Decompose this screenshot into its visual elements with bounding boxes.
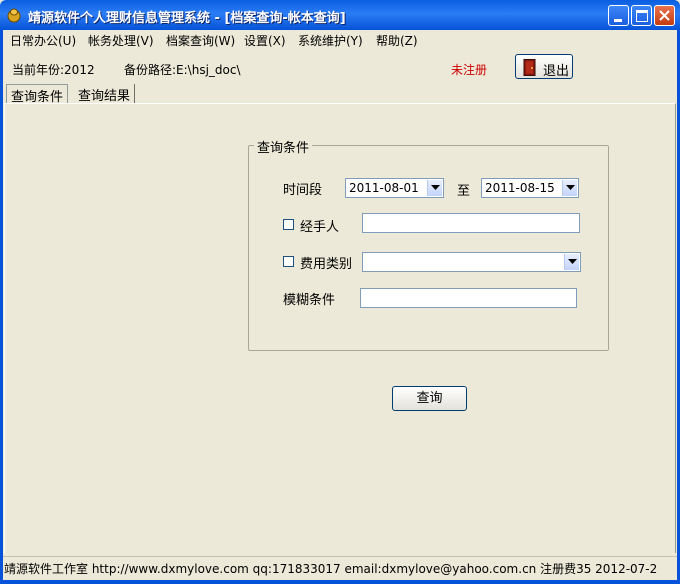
expense-category-dropdown-button[interactable]	[564, 254, 579, 270]
exit-button-label: 退出	[543, 64, 570, 79]
app-window: 靖源软件个人理财信息管理系统 - [档案查询-帐本查询] 日常办公(U) 帐务处…	[0, 0, 680, 584]
menu-settings[interactable]: 设置(X)	[244, 32, 286, 49]
tab-query-results[interactable]: 查询结果	[74, 84, 136, 104]
chevron-down-icon	[431, 185, 440, 190]
fuzzy-condition-input[interactable]	[360, 288, 577, 308]
to-label: 至	[457, 184, 471, 199]
menu-archive-query[interactable]: 档案查询(W)	[166, 32, 235, 49]
chevron-down-icon	[566, 185, 575, 190]
info-row: 当前年份:2012 备份路径:E:\hsj_doc\ 未注册	[0, 52, 680, 82]
handler-input[interactable]	[362, 213, 580, 233]
registration-status: 未注册	[451, 63, 488, 77]
query-button[interactable]: 查询	[392, 386, 467, 411]
maximize-button[interactable]	[631, 5, 652, 26]
window-left-border	[0, 30, 3, 584]
tab-query-conditions[interactable]: 查询条件	[6, 84, 69, 105]
minimize-button[interactable]	[608, 5, 629, 26]
menu-daily-office[interactable]: 日常办公(U)	[10, 32, 76, 49]
expense-category-select[interactable]	[362, 252, 581, 272]
window-bottom-border	[0, 580, 680, 584]
app-icon	[7, 8, 21, 23]
window-title: 靖源软件个人理财信息管理系统 - [档案查询-帐本查询]	[28, 11, 346, 26]
fuzzy-condition-label: 模糊条件	[283, 293, 336, 308]
conditions-group	[248, 145, 609, 351]
date-to-value: 2011-08-15	[485, 181, 555, 195]
chevron-down-icon	[568, 259, 577, 264]
date-from-dropdown-button[interactable]	[427, 180, 442, 196]
handler-label: 经手人	[300, 220, 340, 235]
tab-strip: 查询条件 查询结果	[4, 84, 676, 105]
menu-help[interactable]: 帮助(Z)	[376, 32, 418, 49]
close-button[interactable]	[654, 5, 675, 26]
period-label: 时间段	[283, 183, 323, 198]
status-bar: 靖源软件工作室 http://www.dxmylove.com qq:17183…	[0, 556, 680, 579]
date-to-dropdown-button[interactable]	[562, 180, 577, 196]
status-text: 靖源软件工作室 http://www.dxmylove.com qq:17183…	[4, 562, 658, 576]
maximize-icon	[636, 10, 648, 22]
backup-path: 备份路径:E:\hsj_doc\	[124, 63, 241, 77]
date-from-value: 2011-08-01	[349, 181, 419, 195]
current-year: 当前年份:2012	[12, 63, 95, 77]
conditions-group-title: 查询条件	[254, 137, 313, 156]
menu-system-maintenance[interactable]: 系统维护(Y)	[298, 32, 363, 49]
menu-bar: 日常办公(U) 帐务处理(V) 档案查询(W) 设置(X) 系统维护(Y) 帮助…	[0, 30, 680, 50]
close-icon	[659, 10, 670, 21]
handler-checkbox[interactable]	[283, 219, 294, 230]
minimize-icon	[614, 19, 622, 22]
expense-category-checkbox[interactable]	[283, 256, 294, 267]
date-from-picker[interactable]: 2011-08-01	[345, 178, 444, 198]
date-to-picker[interactable]: 2011-08-15	[481, 178, 579, 198]
expense-category-label: 费用类别	[300, 257, 353, 272]
door-icon	[523, 59, 536, 76]
exit-button[interactable]: 退出	[515, 54, 573, 79]
menu-accounting[interactable]: 帐务处理(V)	[88, 32, 154, 49]
title-bar[interactable]: 靖源软件个人理财信息管理系统 - [档案查询-帐本查询]	[0, 0, 680, 30]
